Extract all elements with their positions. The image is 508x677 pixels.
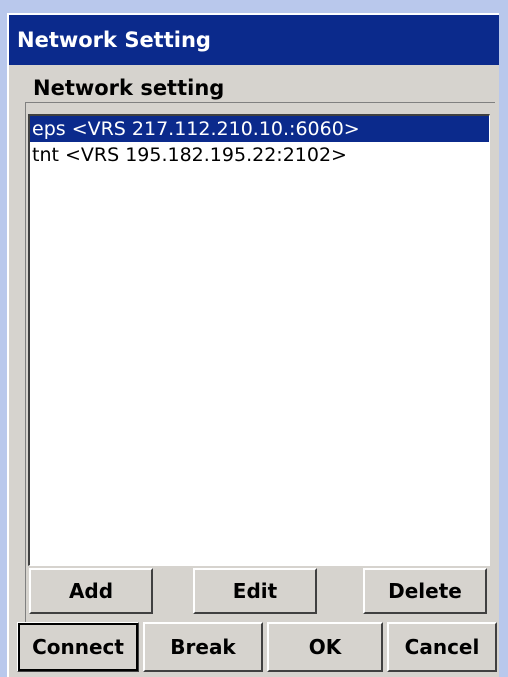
add-button[interactable]: Add — [29, 568, 153, 614]
ok-button[interactable]: OK — [267, 622, 383, 672]
delete-button[interactable]: Delete — [363, 568, 487, 614]
break-button[interactable]: Break — [143, 622, 263, 672]
group-label: Network setting — [31, 75, 231, 101]
list-item[interactable]: tnt <VRS 195.182.195.22:2102> — [30, 142, 489, 168]
network-list[interactable]: eps <VRS 217.112.210.10.:6060> tnt <VRS … — [28, 114, 490, 566]
list-item[interactable]: eps <VRS 217.112.210.10.:6060> — [30, 116, 489, 142]
network-setting-dialog: Network Setting Network setting eps <VRS… — [7, 13, 499, 677]
cancel-button[interactable]: Cancel — [387, 622, 497, 672]
connect-button[interactable]: Connect — [17, 622, 139, 672]
edit-button[interactable]: Edit — [193, 568, 317, 614]
window-title: Network Setting — [9, 15, 499, 65]
